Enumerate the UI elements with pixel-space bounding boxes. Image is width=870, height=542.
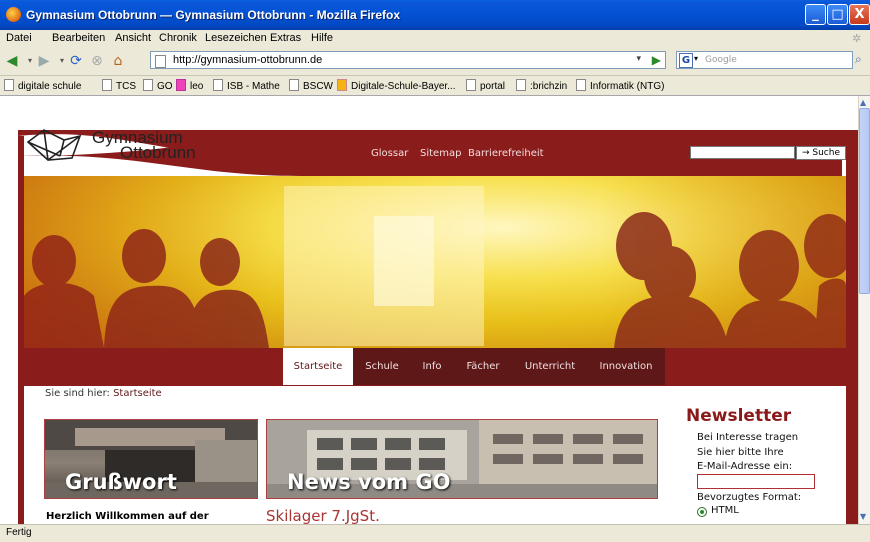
breadcrumb-current[interactable]: Startseite [113, 388, 162, 399]
scroll-up-icon[interactable]: ▲ [860, 98, 866, 107]
bookmark-item[interactable]: ISB - Mathe [213, 79, 280, 92]
bookmark-item[interactable]: digitale schule [4, 79, 81, 92]
logo-line-2[interactable]: Ottobrunn [120, 143, 196, 163]
right-frame [846, 136, 858, 524]
firefox-icon [6, 7, 21, 22]
tab-info[interactable]: Info [411, 348, 453, 385]
newsletter-text-3: E-Mail-Adresse ein: [697, 461, 793, 472]
close-button[interactable]: X [849, 4, 870, 25]
bookmark-item[interactable]: GO [143, 79, 173, 92]
address-bar[interactable]: http://gymnasium-ottobrunn.de ▾ ▶ [150, 51, 666, 69]
bookmark-item[interactable]: portal [466, 79, 505, 92]
stop-icon[interactable]: ⊗ [89, 53, 105, 69]
bookmark-item[interactable]: Digitale-Schule-Bayer... [337, 79, 456, 92]
menu-bar: Datei Bearbeiten Ansicht Chronik Lesezei… [0, 30, 870, 48]
menu-bearbeiten[interactable]: Bearbeiten [52, 32, 105, 44]
newsletter-title: Newsletter [686, 406, 792, 426]
hero-shade [24, 176, 846, 348]
menu-hilfe[interactable]: Hilfe [311, 32, 333, 44]
bookmark-page-icon [4, 79, 14, 91]
breadcrumb: Sie sind hier: Startseite [45, 388, 162, 399]
bookmark-item[interactable]: BSCW [289, 79, 333, 92]
tab-unterricht[interactable]: Unterricht [513, 348, 587, 385]
home-icon[interactable]: ⌂ [110, 53, 126, 69]
bookmark-page-icon [466, 79, 476, 91]
bookmark-page-icon [213, 79, 223, 91]
reload-icon[interactable]: ⟳ [68, 53, 84, 69]
maximize-button[interactable]: □ [827, 4, 848, 25]
site-search-button[interactable]: → Suche [796, 146, 846, 160]
window-title: Gymnasium Ottobrunn — Gymnasium Ottobrun… [26, 8, 401, 22]
grusswort-teaser[interactable]: Grußwort [44, 419, 258, 499]
format-html-label: HTML [711, 505, 739, 516]
news-label: News vom GO [287, 470, 451, 494]
grusswort-label: Grußwort [65, 470, 177, 494]
breadcrumb-prefix: Sie sind hier: [45, 388, 114, 399]
menu-chronik[interactable]: Chronik [159, 32, 197, 44]
digitale-schule-icon [337, 79, 347, 91]
glossar-link[interactable]: Glossar [371, 148, 408, 159]
google-icon[interactable]: G [679, 53, 693, 68]
bookmarks-toolbar: digitale schule TCS GO leo ISB - Mathe B… [0, 76, 870, 96]
search-icon[interactable]: ⌕ [855, 52, 862, 67]
menu-datei[interactable]: Datei [6, 32, 32, 44]
search-placeholder: Google [705, 55, 737, 65]
bookmark-item[interactable]: TCS [102, 79, 136, 92]
forward-icon[interactable]: ▶ [36, 53, 52, 69]
bookmark-page-icon [576, 79, 586, 91]
tab-startseite[interactable]: Startseite [283, 348, 353, 385]
bookmark-item[interactable]: leo [176, 79, 203, 92]
newsletter-text-2: Sie hier bitte Ihre [697, 447, 784, 458]
leo-icon [176, 79, 186, 91]
status-text: Fertig [6, 527, 32, 538]
engine-dropdown-icon[interactable]: ▾ [694, 54, 698, 63]
tab-innovation[interactable]: Innovation [587, 348, 665, 385]
page-icon [155, 55, 166, 68]
minimize-button[interactable]: _ [805, 4, 826, 25]
menu-lesezeichen[interactable]: Lesezeichen [205, 32, 267, 44]
search-box[interactable]: G ▾ Google [676, 51, 853, 69]
newsletter-format-label: Bevorzugtes Format: [697, 492, 802, 503]
site-search-input[interactable] [690, 146, 795, 159]
tab-schule[interactable]: Schule [353, 348, 411, 385]
scrollbar-thumb[interactable] [859, 108, 870, 294]
bookmark-page-icon [289, 79, 299, 91]
bookmark-item[interactable]: :brichzin [516, 79, 567, 92]
bookmark-page-icon [516, 79, 526, 91]
tab-faecher[interactable]: Fächer [453, 348, 513, 385]
title-bar: Gymnasium Ottobrunn — Gymnasium Ottobrun… [0, 0, 870, 30]
news-headline-link[interactable]: Skilager 7.JgSt. [266, 507, 380, 525]
menu-ansicht[interactable]: Ansicht [115, 32, 151, 44]
throbber-icon: ✲ [852, 33, 862, 45]
go-icon[interactable]: ▶ [652, 53, 661, 67]
bookmark-page-icon [143, 79, 153, 91]
newsletter-text-1: Bei Interesse tragen [697, 432, 799, 443]
bookmark-page-icon [102, 79, 112, 91]
scroll-down-icon[interactable]: ▼ [860, 512, 866, 521]
back-icon[interactable]: ◀ [4, 53, 20, 69]
url-dropdown-icon[interactable]: ▾ [636, 54, 641, 64]
address-url: http://gymnasium-ottobrunn.de [173, 54, 323, 66]
news-teaser[interactable]: News vom GO [266, 419, 658, 499]
bookmark-item[interactable]: Informatik (NTG) [576, 79, 664, 92]
newsletter-email-input[interactable] [697, 474, 815, 489]
status-bar: Fertig [0, 524, 870, 542]
barrierefreiheit-link[interactable]: Barrierefreiheit [468, 148, 544, 159]
sitemap-link[interactable]: Sitemap [420, 148, 461, 159]
welcome-heading: Herzlich Willkommen auf der [46, 511, 209, 522]
menu-extras[interactable]: Extras [270, 32, 301, 44]
format-html-radio[interactable] [697, 507, 707, 517]
